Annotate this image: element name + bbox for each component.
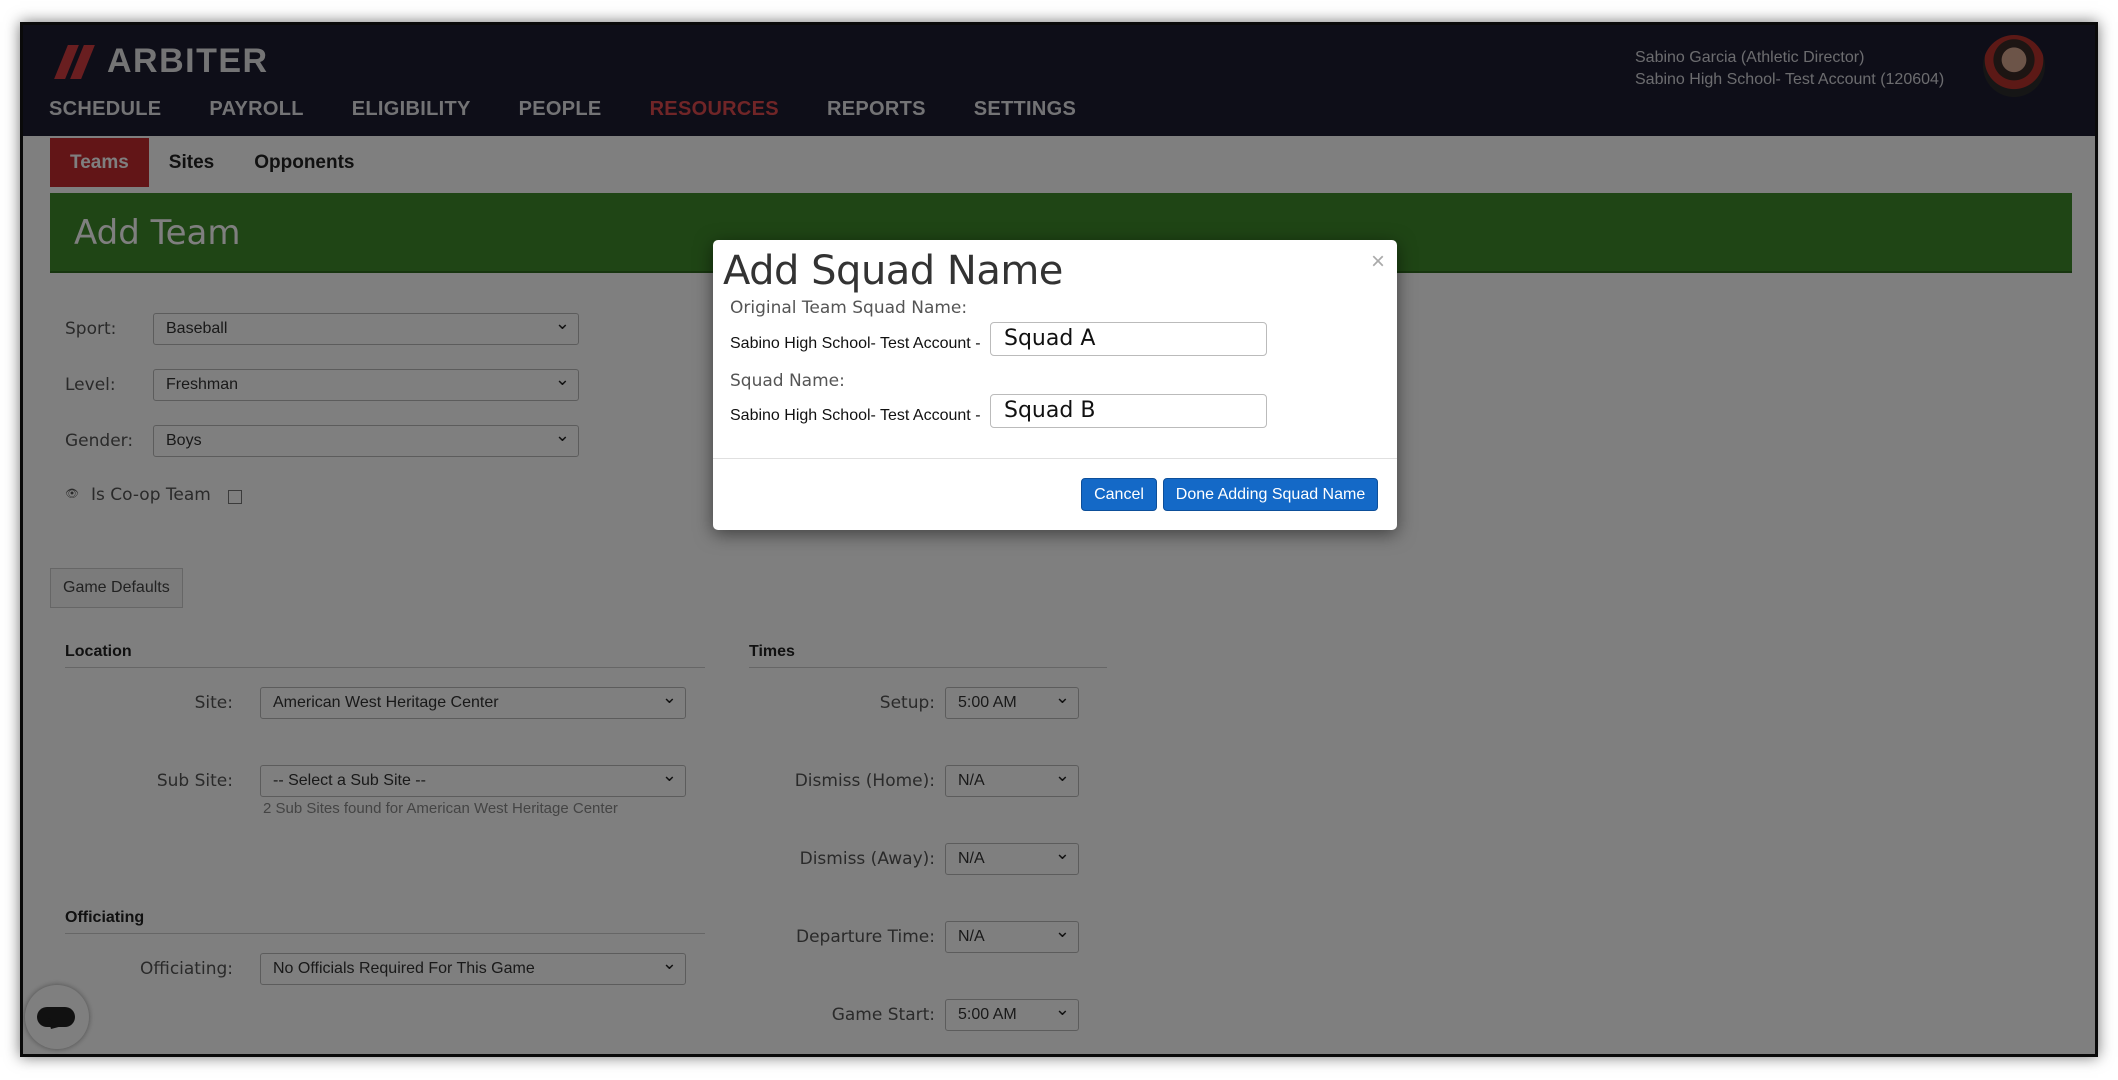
original-squad-input[interactable]: Squad A — [990, 322, 1267, 356]
done-adding-squad-button[interactable]: Done Adding Squad Name — [1163, 478, 1378, 511]
modal-title: Add Squad Name — [723, 248, 1063, 294]
original-squad-prefix: Sabino High School- Test Account - — [730, 335, 981, 352]
squad-name-input[interactable]: Squad B — [990, 394, 1267, 428]
squad-name-prefix: Sabino High School- Test Account - — [730, 407, 981, 424]
app-window: ARBITER SCHEDULE PAYROLL ELIGIBILITY PEO… — [20, 22, 2098, 1057]
add-squad-modal: Add Squad Name × Original Team Squad Nam… — [713, 240, 1397, 530]
modal-backdrop[interactable] — [23, 25, 2095, 1054]
close-icon[interactable]: × — [1371, 248, 1385, 276]
original-squad-label: Original Team Squad Name: — [730, 298, 968, 318]
cancel-button[interactable]: Cancel — [1081, 478, 1157, 511]
squad-name-label: Squad Name: — [730, 371, 845, 391]
modal-divider — [713, 458, 1397, 459]
